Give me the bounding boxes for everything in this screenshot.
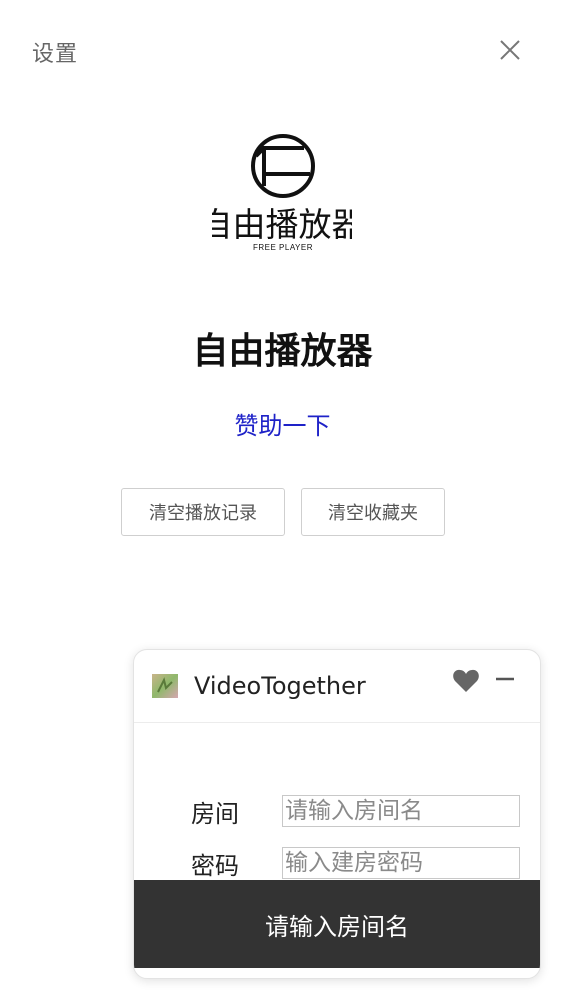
vt-title: VideoTogether [194, 672, 366, 700]
room-label: 房间 [191, 800, 239, 828]
password-label: 密码 [191, 852, 239, 880]
vt-header: VideoTogether [134, 650, 540, 723]
app-logo: 自由播放器 FREE PLAYER [212, 128, 352, 258]
clear-favorites-button[interactable]: 清空收藏夹 [301, 488, 445, 536]
page-title: 设置 [32, 42, 79, 67]
videotogether-panel: VideoTogether 房间 密码 请输入房间名 [133, 649, 541, 979]
vt-footer-button[interactable]: 请输入房间名 [134, 880, 540, 968]
action-buttons: 清空播放记录 清空收藏夹 [121, 488, 445, 536]
minimize-icon [496, 677, 514, 681]
vt-heart-button[interactable] [452, 668, 480, 694]
clear-history-button[interactable]: 清空播放记录 [121, 488, 285, 536]
sponsor-link[interactable]: 赞助一下 [0, 406, 565, 441]
room-input[interactable] [282, 795, 520, 827]
close-button[interactable] [496, 36, 524, 64]
password-input[interactable] [282, 847, 520, 879]
logo-text-en: FREE PLAYER [253, 243, 313, 252]
settings-page: 设置 自由播放器 FREE PLAYER 自由播放器 赞助一下 清空播放记录 清… [0, 0, 565, 1004]
heart-icon [453, 669, 479, 692]
close-icon [500, 40, 520, 60]
app-name: 自由播放器 [192, 331, 373, 372]
vt-minimize-button[interactable] [494, 668, 516, 690]
logo-text-cn: 自由播放器 [212, 205, 352, 244]
free-player-logo: 自由播放器 FREE PLAYER [212, 134, 352, 252]
videotogether-icon [152, 674, 178, 698]
